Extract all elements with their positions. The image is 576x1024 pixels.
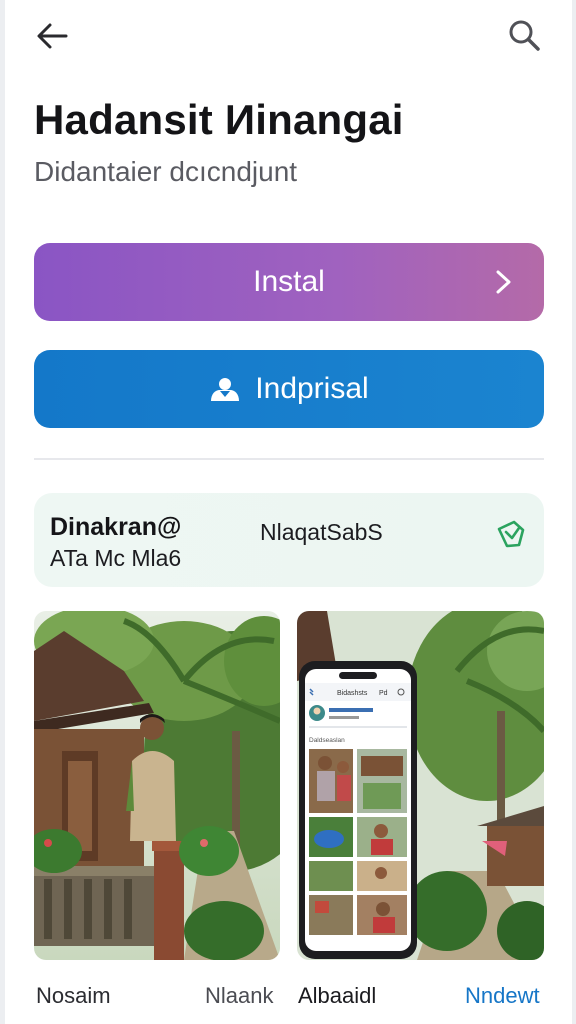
arrow-left-icon [37,23,68,49]
secondary-action-label: Indprisal [255,372,369,405]
left-edge [0,0,5,1024]
app-subtitle: Didantaier dcıcndjunt [34,156,298,187]
chevron-right-icon [496,270,511,294]
right-edge [572,0,576,1024]
section-divider [34,458,544,460]
badge-icon[interactable] [494,517,528,551]
person-icon [209,376,241,402]
bottom-label-3: Albaaidl [298,983,377,1008]
install-button-label: Instal [253,265,325,298]
app-title: Hadansit Иinangai [34,96,404,143]
bottom-label-1: Nosaim [36,983,111,1008]
app-detail-page: Hadansit Иinangai Didantaier dcıcndjunt … [0,0,576,1024]
back-button[interactable] [30,14,74,58]
developer-info-card[interactable]: Dinakran@ ATa Mc Mla6 NlaqatSabS [34,493,544,587]
bottom-label-2: Nlaank [205,983,274,1008]
developer-name: Dinakran@ [50,513,182,541]
screenshot-app-mockup[interactable]: Bidashsts Pd Daldseaslan [297,611,544,960]
developer-rating-text: NlaqatSabS [260,519,383,545]
phone-header-title: Bidashsts [337,690,368,697]
search-icon [509,20,540,51]
phone-section-label: Daldseaslan [309,737,345,744]
developer-subtitle: ATa Mc Mla6 [50,545,182,571]
search-button[interactable] [502,14,546,58]
app-mockup-image: Bidashsts Pd Daldseaslan [297,611,544,960]
top-bar [0,0,576,78]
screenshot-village-photo[interactable] [34,611,280,960]
village-photo-image [34,611,280,960]
phone-header-right: Pd [379,690,388,697]
install-button[interactable]: Instal [34,243,544,321]
bottom-link[interactable]: Nndewt [465,983,540,1009]
secondary-action-button[interactable]: Indprisal [34,350,544,428]
